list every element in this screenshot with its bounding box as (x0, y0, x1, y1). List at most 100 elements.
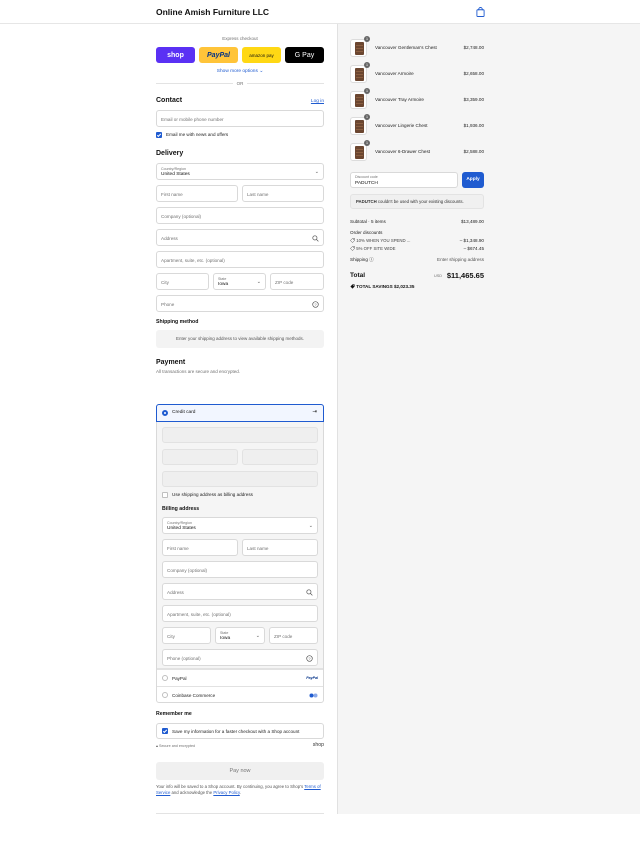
quantity-badge: 1 (364, 140, 370, 146)
page-bottom (0, 814, 640, 841)
quantity-badge: 1 (364, 88, 370, 94)
privacy-policy-link[interactable]: Privacy Policy (213, 790, 239, 795)
cart-item: 1 Vancouver 6-Drawer Chest $2,588.00 (350, 140, 484, 161)
discount-error-message: PADUTCH couldn't be used with your exist… (350, 194, 484, 209)
billing-apartment-field[interactable]: Apartment, suite, etc. (optional) (162, 605, 318, 622)
coinbase-radio[interactable] (162, 692, 168, 698)
save-info-checkbox[interactable] (162, 728, 168, 734)
apartment-field[interactable]: Apartment, suite, etc. (optional) (156, 251, 324, 268)
billing-company-field[interactable]: Company (optional) (162, 561, 318, 578)
card-icon: ⇥ (312, 409, 317, 415)
order-discounts-label: Order discounts (350, 230, 383, 235)
shop-pay-button[interactable]: shop (156, 47, 195, 63)
phone-placeholder: Phone (161, 301, 175, 307)
shipping-value: Enter shipping address (437, 257, 484, 262)
item-price: $3,359.00 (463, 97, 484, 102)
google-pay-button[interactable]: G Pay (285, 47, 324, 63)
chevron-down-icon: ⌄ (314, 169, 319, 175)
subtotal-row: Subtotal · 5 items $13,489.00 (350, 219, 484, 224)
shopping-bag-icon[interactable] (476, 7, 485, 17)
credit-card-radio[interactable] (162, 410, 168, 416)
address-field[interactable]: Address (156, 229, 324, 246)
shipping-label: Shipping (350, 257, 368, 262)
last-name-field[interactable]: Last name (242, 185, 324, 202)
discount2-name: 5% OFF SITE WIDE (356, 246, 396, 251)
paypal-option[interactable]: PayPal PayPal (157, 669, 323, 686)
email-field[interactable]: Email or mobile phone number (156, 110, 324, 127)
phone-field[interactable]: Phone ? (156, 295, 324, 312)
search-icon (312, 234, 319, 242)
product-thumbnail (350, 91, 367, 109)
apply-discount-button[interactable]: Apply (462, 172, 484, 188)
lock-icon: 🔒︎ (156, 744, 158, 748)
product-thumbnail (350, 143, 367, 161)
billing-company-placeholder: Company (optional) (167, 567, 208, 573)
state-label: State (218, 276, 227, 281)
billing-state-select[interactable]: State Iowa ⌄ (215, 627, 265, 644)
payment-subtitle: All transactions are secure and encrypte… (156, 369, 241, 374)
help-circle-icon[interactable]: ? (306, 654, 313, 662)
billing-phone-placeholder: Phone (optional) (167, 655, 201, 661)
item-name: Vancouver Armoire (375, 71, 414, 76)
country-select[interactable]: Country/Region United States ⌄ (156, 163, 324, 180)
chevron-down-icon: ⌄ (256, 279, 261, 285)
city-field[interactable]: City (156, 273, 209, 290)
billing-country-select[interactable]: Country/Region United States ⌄ (162, 517, 318, 534)
billing-first-name-field[interactable]: First name (162, 539, 238, 556)
city-placeholder: City (161, 279, 169, 285)
total-savings-value: $2,023.35 (393, 284, 415, 289)
zip-field[interactable]: ZIP code (270, 273, 324, 290)
use-shipping-checkbox[interactable] (162, 492, 168, 498)
express-checkout-label: Express checkout (222, 36, 258, 41)
expiration-field[interactable] (162, 449, 238, 465)
coinbase-option[interactable]: Coinbase Commerce (157, 686, 323, 703)
state-select[interactable]: State Iowa ⌄ (213, 273, 266, 290)
item-name: Vancouver Lingerie Chest (375, 123, 428, 128)
name-on-card-field[interactable] (162, 471, 318, 487)
secure-label: Secure and encrypted (159, 744, 196, 748)
card-number-field[interactable] (162, 427, 318, 443)
credit-card-option[interactable]: Credit card ⇥ (156, 404, 324, 422)
help-circle-icon[interactable]: ⓘ (369, 257, 374, 262)
quantity-badge: 1 (364, 36, 370, 42)
newsletter-checkbox[interactable] (156, 132, 162, 138)
chevron-down-icon: ⌄ (308, 523, 313, 529)
or-separator: OR (233, 81, 247, 86)
discount-code-field[interactable]: Discount code PADUTCH (350, 172, 458, 188)
item-name: Vancouver 6-Drawer Chest (375, 149, 431, 154)
first-name-field[interactable]: First name (156, 185, 238, 202)
legal-text-end: . (239, 790, 241, 796)
amazon-pay-button[interactable]: amazon pay (242, 47, 281, 63)
quantity-badge: 1 (364, 62, 370, 68)
discount2-value: – $674.45 (463, 246, 484, 251)
shipping-method-title: Shipping method (156, 319, 199, 325)
billing-address-field[interactable]: Address (162, 583, 318, 600)
paypal-button[interactable]: PayPal (199, 47, 238, 63)
billing-phone-field[interactable]: Phone (optional) ? (162, 649, 318, 666)
product-thumbnail (350, 39, 367, 57)
store-name[interactable]: Online Amish Furniture LLC (156, 7, 269, 17)
subtotal-value: $13,489.00 (461, 219, 484, 224)
log-in-link[interactable]: Log in (311, 99, 324, 104)
security-code-field[interactable] (242, 449, 318, 465)
remember-me-box: Save my information for a faster checkou… (156, 723, 324, 739)
tag-icon (350, 246, 355, 252)
header: Online Amish Furniture LLC (0, 0, 640, 24)
pay-now-button[interactable]: Pay now (156, 762, 324, 780)
coinbase-label: Coinbase Commerce (172, 692, 216, 698)
discount-error-text: couldn't be used with your existing disc… (376, 199, 464, 204)
billing-last-name-field[interactable]: Last name (242, 539, 318, 556)
company-field[interactable]: Company (optional) (156, 207, 324, 224)
credit-card-details: Use shipping address as billing address … (157, 422, 323, 669)
show-more-options-link[interactable]: Show more options ⌄ (156, 69, 324, 74)
billing-city-field[interactable]: City (162, 627, 211, 644)
help-circle-icon[interactable]: ? (312, 300, 319, 308)
svg-text:?: ? (314, 301, 317, 306)
paypal-radio[interactable] (162, 675, 168, 681)
item-price: $2,748.00 (463, 45, 484, 50)
item-price: $2,588.00 (463, 149, 484, 154)
billing-country-label: Country/Region (167, 520, 192, 525)
cart-item: 1 Vancouver Lingerie Chest $1,936.00 (350, 114, 484, 135)
billing-zip-field[interactable]: ZIP code (269, 627, 318, 644)
total-label: Total (350, 272, 366, 279)
